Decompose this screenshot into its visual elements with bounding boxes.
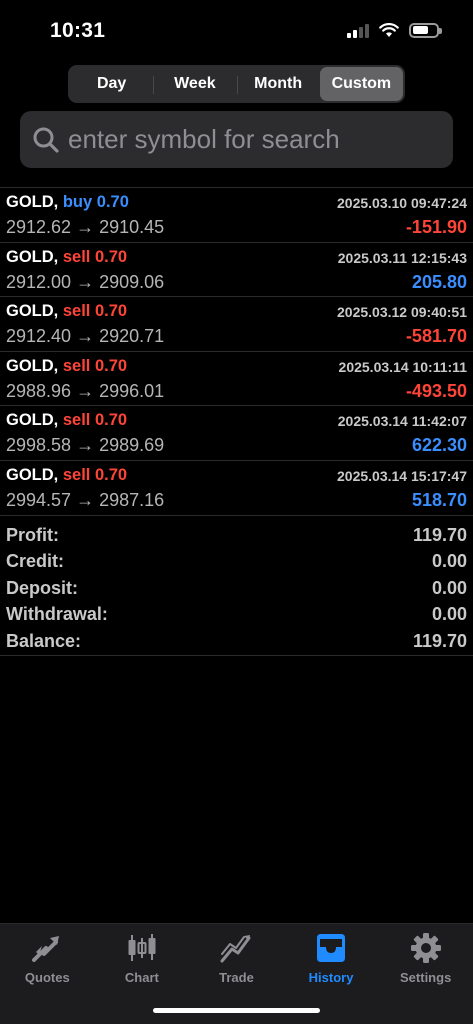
trade-side: sell 0.70 [62,302,128,321]
search-icon [33,127,59,153]
trade-side: buy 0.70 [62,193,129,211]
trade-datetime: 2025.03.11 12:15:43 [337,249,467,266]
candlestick-icon [128,934,156,961]
trade-side: sell 0.70 [62,411,128,430]
quotes-icon [32,936,60,962]
trade-symbol: GOLD, [6,247,59,266]
trade-symbol: GOLD, [6,193,59,211]
battery-icon [409,22,442,38]
trade-row[interactable]: GOLD, buy 0.70 2912.62 → 2910.45 2025.03… [0,188,473,243]
status-icons [347,22,442,38]
trade-symbol: GOLD, [6,356,59,375]
inbox-icon [317,934,346,962]
trade-profit: 518.70 [411,489,467,510]
trade-icon [220,935,251,963]
trade-datetime: 2025.03.14 15:17:47 [337,467,467,484]
trade-datetime: 2025.03.10 09:47:24 [337,195,467,211]
open-price: 2998.58 [6,435,72,456]
gear-icon [410,933,441,963]
trade-datetime: 2025.03.14 11:42:07 [337,413,467,430]
trade-row[interactable]: GOLD, sell 0.70 2994.57 → 2987.16 2025.0… [0,461,473,516]
summary-profit: Profit: 119.70 [6,524,467,545]
home-indicator[interactable] [153,1008,320,1013]
summary-balance: Balance: 119.70 [6,630,467,651]
search-input[interactable] [68,124,428,155]
tab-custom[interactable]: Custom [319,67,403,101]
tab-quotes[interactable]: Quotes [0,924,95,1024]
trade-row[interactable]: GOLD, sell 0.70 2998.58 → 2989.69 2025.0… [0,406,473,461]
open-price: 2912.00 [6,271,72,292]
status-time: 10:31 [50,19,106,42]
close-price: 2996.01 [99,380,165,401]
open-price: 2912.40 [6,326,72,347]
trade-row[interactable]: GOLD, sell 0.70 2912.00 → 2909.06 2025.0… [0,243,473,298]
close-price: 2920.71 [99,326,165,347]
trade-profit: -493.50 [405,380,467,401]
close-price: 2909.06 [99,271,165,292]
tab-day[interactable]: Day [70,67,153,101]
wifi-icon [379,22,399,37]
trade-side: sell 0.70 [62,356,128,375]
summary-credit: Credit: 0.00 [6,551,467,572]
open-price: 2912.62 [6,217,72,237]
close-price: 2910.45 [99,217,165,237]
trade-profit: 622.30 [411,435,467,456]
trade-datetime: 2025.03.12 09:40:51 [337,304,467,321]
search-bar[interactable] [20,111,453,168]
summary-withdrawal: Withdrawal: 0.00 [6,604,467,625]
cellular-signal-icon [347,22,369,38]
trade-profit: 205.80 [411,271,467,292]
tab-week[interactable]: Week [153,67,236,101]
trade-side: sell 0.70 [62,247,128,266]
tab-settings[interactable]: Settings [378,924,473,1024]
trade-row[interactable]: GOLD, sell 0.70 2988.96 → 2996.01 2025.0… [0,352,473,407]
trade-symbol: GOLD, [6,411,59,430]
trade-row[interactable]: GOLD, sell 0.70 2912.40 → 2920.71 2025.0… [0,297,473,352]
account-summary: Profit: 119.70 Credit: 0.00 Deposit: 0.00 W… [0,522,473,656]
trade-symbol: GOLD, [6,302,59,321]
trade-side: sell 0.70 [62,465,128,484]
close-price: 2987.16 [99,489,165,510]
trade-datetime: 2025.03.14 10:11:11 [338,358,467,375]
close-price: 2989.69 [99,435,165,456]
trade-profit: -151.90 [405,217,467,237]
open-price: 2994.57 [6,489,72,510]
status-bar: 10:31 [0,0,473,60]
trade-symbol: GOLD, [6,465,59,484]
trade-history-list: GOLD, buy 0.70 2912.62 → 2910.45 2025.03… [0,187,473,516]
tab-month[interactable]: Month [236,67,320,101]
trade-profit: -581.70 [405,326,467,347]
period-selector: Day Week Month Custom [68,65,405,103]
summary-deposit: Deposit: 0.00 [6,577,467,598]
open-price: 2988.96 [6,380,72,401]
